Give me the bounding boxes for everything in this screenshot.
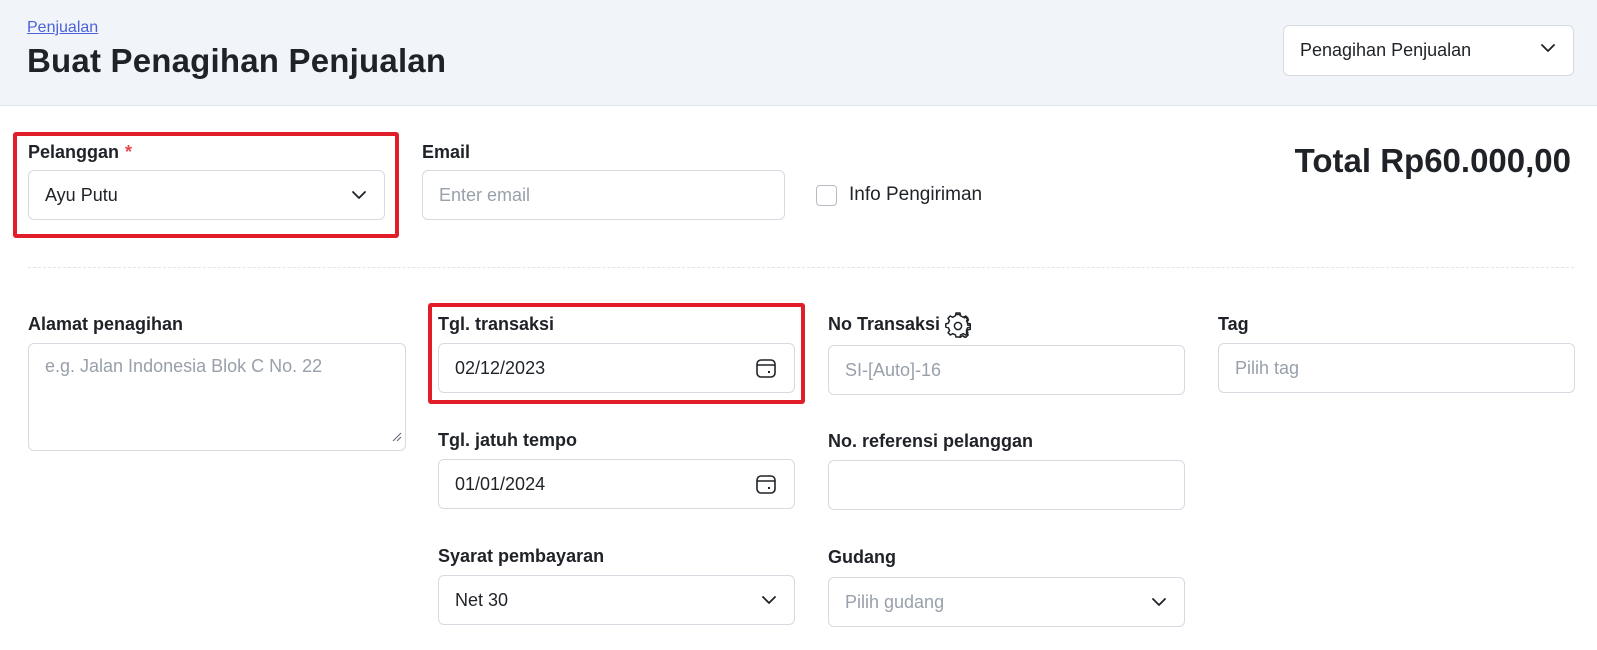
shipping-info-toggle[interactable]: Info Pengiriman (816, 184, 982, 206)
transaction-date-input[interactable]: 02/12/2023 (438, 343, 795, 393)
customer-ref-input[interactable] (828, 460, 1185, 510)
chevron-down-icon (760, 591, 778, 609)
transaction-no-label: No Transaksi (828, 314, 941, 334)
tag-placeholder: Pilih tag (1235, 357, 1300, 378)
transaction-date-label: Tgl. transaksi (438, 314, 555, 334)
chevron-down-icon (1150, 593, 1168, 611)
transaction-date-value: 02/12/2023 (455, 357, 546, 378)
warehouse-placeholder: Pilih gudang (845, 591, 945, 612)
email-placeholder: Enter email (439, 184, 531, 205)
shipping-info-checkbox[interactable] (816, 184, 837, 206)
tag-input[interactable]: Pilih tag (1218, 343, 1575, 393)
due-date-input[interactable]: 01/01/2024 (438, 459, 795, 509)
due-date-value: 01/01/2024 (455, 473, 546, 494)
warehouse-label: Gudang (828, 547, 896, 567)
email-label: Email (422, 142, 471, 162)
billing-address-label: Alamat penagihan (28, 314, 184, 334)
page-title: Buat Penagihan Penjualan (27, 42, 447, 79)
customer-ref-label: No. referensi pelanggan (828, 431, 1034, 451)
document-type-select[interactable]: Penagihan Penjualan (1283, 25, 1574, 76)
email-input[interactable]: Enter email (422, 170, 785, 220)
shipping-info-label: Info Pengiriman (849, 184, 983, 205)
breadcrumb-penjualan[interactable]: Penjualan (27, 19, 98, 37)
payment-terms-label: Syarat pembayaran (438, 546, 605, 566)
page-header: Penjualan Buat Penagihan Penjualan Penag… (0, 0, 1597, 106)
transaction-no-input[interactable]: SI-[Auto]-16 (828, 345, 1185, 395)
billing-address-placeholder: e.g. Jalan Indonesia Blok C No. 22 (45, 356, 323, 376)
chevron-down-icon (350, 186, 368, 204)
customer-label: Pelanggan * (28, 142, 133, 162)
chevron-down-icon (1539, 39, 1557, 62)
payment-terms-select[interactable]: Net 30 (438, 575, 795, 625)
transaction-no-placeholder: SI-[Auto]-16 (845, 359, 942, 380)
warehouse-select[interactable]: Pilih gudang (828, 577, 1185, 627)
customer-value: Ayu Putu (45, 184, 118, 205)
resize-handle-icon[interactable] (390, 426, 402, 447)
calendar-icon[interactable] (754, 472, 778, 496)
required-mark: * (125, 142, 133, 162)
payment-terms-value: Net 30 (455, 589, 509, 610)
document-type-value: Penagihan Penjualan (1300, 40, 1472, 60)
due-date-label: Tgl. jatuh tempo (438, 430, 577, 450)
gear-icon[interactable] (945, 312, 972, 343)
total-amount: Total Rp60.000,00 (1294, 142, 1571, 179)
customer-select[interactable]: Ayu Putu (28, 170, 385, 220)
billing-address-input[interactable]: e.g. Jalan Indonesia Blok C No. 22 (28, 343, 406, 451)
tag-label: Tag (1218, 314, 1249, 334)
calendar-icon[interactable] (754, 356, 778, 380)
section-divider (28, 267, 1574, 268)
